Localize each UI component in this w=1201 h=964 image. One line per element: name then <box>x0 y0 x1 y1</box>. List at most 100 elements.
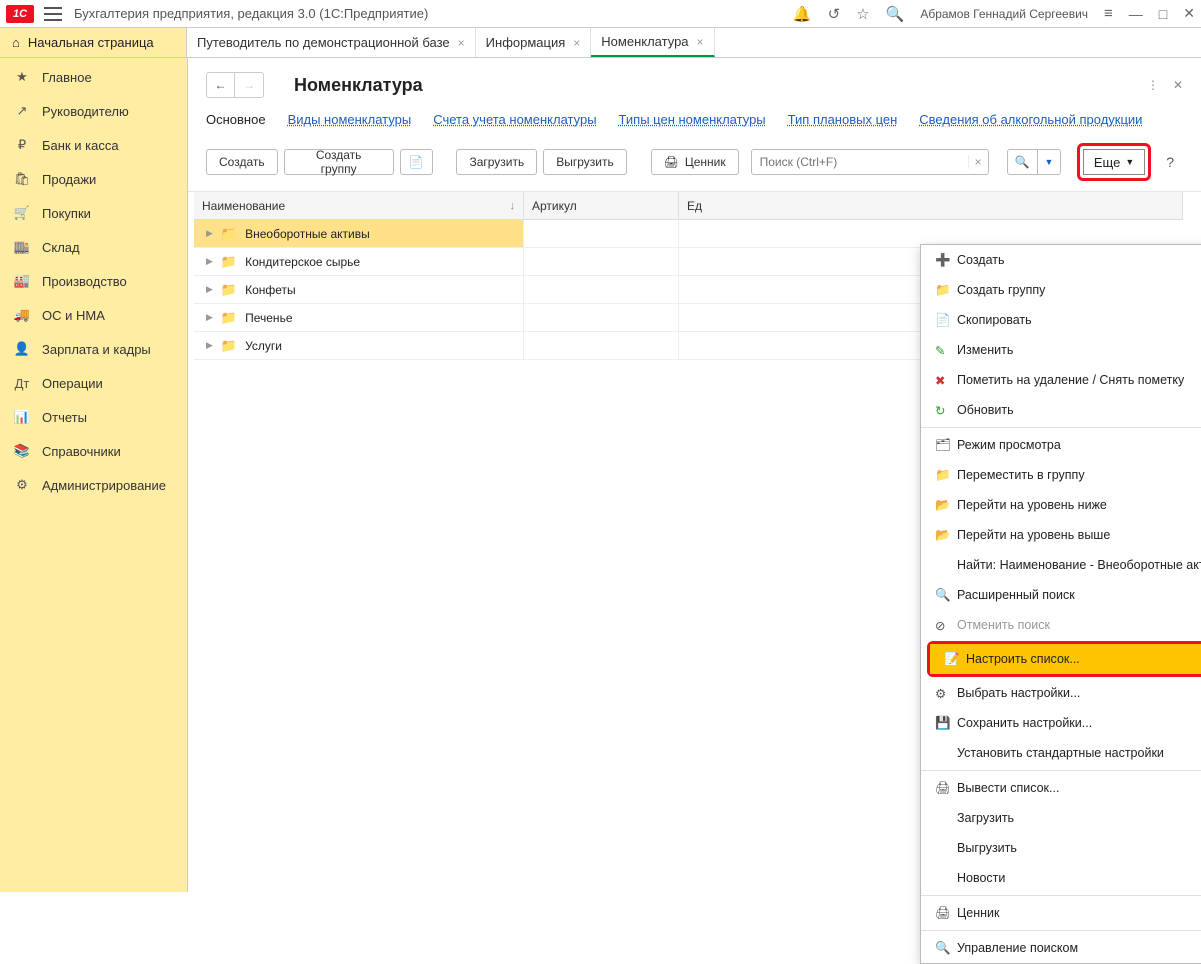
menu-item[interactable]: 🗂Режим просмотра▶ <box>921 430 1201 460</box>
menu-item[interactable]: 🖨Ценник <box>921 898 1201 928</box>
menu-item[interactable]: Найти: Наименование - Внеоборотные актив… <box>921 550 1201 580</box>
load-button[interactable]: Загрузить <box>456 149 537 175</box>
menu-separator <box>921 930 1201 931</box>
chevron-down-icon: ▼ <box>1125 157 1134 167</box>
folder-icon: 📁 <box>221 282 237 298</box>
sidebar-icon: 🏭 <box>14 273 30 289</box>
main-area: ← → Номенклатура ⋮ ✕ ОсновноеВиды номенк… <box>187 58 1201 892</box>
caret-icon: ▶ <box>206 312 213 323</box>
sidebar-item[interactable]: 👤Зарплата и кадры <box>0 332 187 366</box>
col-unit[interactable]: Ед <box>679 192 1183 219</box>
menu-item[interactable]: 📂Перейти на уровень вышеCtrl+Up <box>921 520 1201 550</box>
menu-icon: 💾 <box>935 716 957 731</box>
menu-item[interactable]: ↻ОбновитьF5 <box>921 395 1201 425</box>
subnav-link[interactable]: Тип плановых цен <box>788 112 898 127</box>
subnav-link[interactable]: Счета учета номенклатуры <box>433 112 596 127</box>
col-name[interactable]: Наименование↓ <box>194 192 524 219</box>
menu-item[interactable]: 📝Настроить список... <box>930 644 1201 674</box>
menu-icon: 🖨 <box>935 781 957 796</box>
menu-item[interactable]: Новости <box>921 863 1201 893</box>
menu-item[interactable]: ➕СоздатьIns <box>921 245 1201 275</box>
menu-icon: ⊘ <box>935 618 957 633</box>
close-page-button[interactable]: ✕ <box>1173 78 1183 92</box>
tab-close-icon[interactable]: × <box>697 35 704 49</box>
sidebar-item[interactable]: 🚚ОС и НМА <box>0 298 187 332</box>
menu-icon: 📂 <box>935 528 957 543</box>
tab[interactable]: Информация× <box>476 28 592 57</box>
menu-icon: ⚙ <box>935 686 957 701</box>
subnav-link[interactable]: Сведения об алкогольной продукции <box>919 112 1142 127</box>
sidebar-item[interactable]: 📚Справочники <box>0 434 187 468</box>
kebab-icon[interactable]: ⋮ <box>1147 78 1159 92</box>
copy-button[interactable]: 📄 <box>400 149 433 175</box>
print-icon: 🖨 <box>664 155 679 169</box>
tab-close-icon[interactable]: × <box>573 36 580 50</box>
tab-close-icon[interactable]: × <box>458 36 465 50</box>
sidebar-item[interactable]: 🏬Склад <box>0 230 187 264</box>
nav-back-button[interactable]: ← <box>207 73 235 97</box>
dropdown-icon[interactable]: ▼ <box>1038 150 1061 174</box>
sidebar-item[interactable]: 🏭Производство <box>0 264 187 298</box>
menu-separator <box>921 770 1201 771</box>
sidebar-item[interactable]: ⚙Администрирование <box>0 468 187 502</box>
user-name[interactable]: Абрамов Геннадий Сергеевич <box>920 7 1088 21</box>
sidebar-item[interactable]: ↗Руководителю <box>0 94 187 128</box>
minimize-button[interactable]: — <box>1129 6 1143 22</box>
close-button[interactable]: ✕ <box>1183 5 1195 22</box>
sort-arrow-icon: ↓ <box>510 200 516 212</box>
clear-search-button[interactable]: × <box>968 155 988 169</box>
menu-item[interactable]: 🔍Расширенный поискAlt+F <box>921 580 1201 610</box>
unload-button[interactable]: Выгрузить <box>543 149 627 175</box>
subnav-link[interactable]: Типы цен номенклатуры <box>619 112 766 127</box>
sidebar-icon: 🛍 <box>14 171 30 187</box>
more-button[interactable]: Еще ▼ <box>1083 149 1145 175</box>
search-split-button[interactable]: 🔍 ▼ <box>1007 149 1061 175</box>
sidebar-item[interactable]: ★Главное <box>0 60 187 94</box>
search-icon[interactable]: 🔍 <box>886 5 905 23</box>
caret-icon: ▶ <box>206 228 213 239</box>
menu-item[interactable]: 🖨Вывести список... <box>921 773 1201 803</box>
hamburger-icon[interactable] <box>44 7 62 21</box>
menu-item[interactable]: 📂Перейти на уровень нижеCtrl+Down <box>921 490 1201 520</box>
menu-item[interactable]: 💾Сохранить настройки... <box>921 708 1201 738</box>
create-group-button[interactable]: Создать группу <box>284 149 394 175</box>
sidebar-item[interactable]: 🛒Покупки <box>0 196 187 230</box>
create-button[interactable]: Создать <box>206 149 278 175</box>
star-icon[interactable]: ☆ <box>856 5 869 23</box>
search-field[interactable]: × <box>751 149 989 175</box>
pricetag-button[interactable]: 🖨Ценник <box>651 149 739 175</box>
home-tab[interactable]: ⌂ Начальная страница <box>0 28 187 57</box>
user-menu-icon[interactable]: ≡ <box>1104 5 1113 22</box>
col-article[interactable]: Артикул <box>524 192 679 219</box>
menu-item[interactable]: 🔍Управление поиском▶ <box>921 933 1201 963</box>
sidebar-icon: 👤 <box>14 341 30 357</box>
find-icon[interactable]: 🔍 <box>1008 150 1038 174</box>
menu-item[interactable]: Загрузить <box>921 803 1201 833</box>
app-title: Бухгалтерия предприятия, редакция 3.0 (1… <box>74 6 428 21</box>
sidebar-item[interactable]: ДтОперации <box>0 366 187 400</box>
history-icon[interactable]: ↺ <box>828 5 841 23</box>
bell-icon[interactable]: 🔔 <box>793 5 812 23</box>
menu-item[interactable]: 📁Переместить в группуCtrl+Shift+M <box>921 460 1201 490</box>
menu-item[interactable]: ✖Пометить на удаление / Снять пометкуDel <box>921 365 1201 395</box>
maximize-button[interactable]: □ <box>1159 6 1167 22</box>
menu-item[interactable]: 📄СкопироватьF9 <box>921 305 1201 335</box>
menu-item[interactable]: Выгрузить <box>921 833 1201 863</box>
sidebar-item[interactable]: ₽Банк и касса <box>0 128 187 162</box>
sidebar-item[interactable]: 🛍Продажи <box>0 162 187 196</box>
tab[interactable]: Путеводитель по демонстрационной базе× <box>187 28 476 57</box>
help-button[interactable]: ? <box>1157 149 1183 175</box>
menu-icon: ➕ <box>935 253 957 268</box>
sidebar-item[interactable]: 📊Отчеты <box>0 400 187 434</box>
menu-item[interactable]: Установить стандартные настройки <box>921 738 1201 768</box>
menu-item[interactable]: 📁Создать группуCtrl+F9 <box>921 275 1201 305</box>
menu-item[interactable]: ⚙Выбрать настройки... <box>921 678 1201 708</box>
menu-item-highlight: 📝Настроить список... <box>927 641 1201 677</box>
subnav-link[interactable]: Виды номенклатуры <box>288 112 412 127</box>
menu-icon: ✖ <box>935 373 957 388</box>
search-input[interactable] <box>752 155 968 169</box>
menu-item[interactable]: ✎ИзменитьF2 <box>921 335 1201 365</box>
nav-forward-button[interactable]: → <box>235 73 263 97</box>
tab[interactable]: Номенклатура× <box>591 28 714 57</box>
subnav-link[interactable]: Основное <box>206 112 266 127</box>
